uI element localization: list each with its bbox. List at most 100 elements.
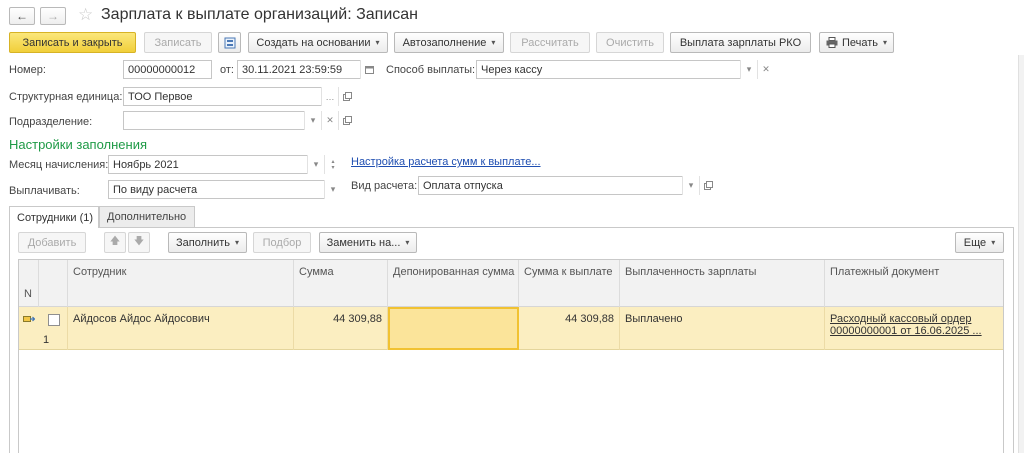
open-button[interactable]: [699, 176, 716, 195]
number-field[interactable]: 00000000012: [123, 60, 212, 79]
arrow-left-icon: ←: [16, 9, 28, 23]
chevron-down-icon: ▾: [688, 180, 694, 190]
payment-method-field[interactable]: Через кассу: [476, 60, 774, 79]
row-number: 1: [43, 334, 50, 346]
employee-cell[interactable]: Айдосов Айдос Айдосович: [68, 307, 294, 350]
printer-icon: [826, 37, 838, 48]
pay-field[interactable]: По виду расчета: [108, 180, 341, 199]
paid-status-cell[interactable]: Выплачено: [620, 307, 825, 350]
column-header-employee[interactable]: Сотрудник: [68, 260, 294, 307]
open-link-icon: [703, 181, 713, 190]
row-checkbox[interactable]: [48, 314, 60, 326]
forward-button[interactable]: →: [40, 7, 66, 25]
structure-button[interactable]: [218, 32, 241, 53]
open-button[interactable]: [338, 87, 355, 106]
chevron-down-icon: ▾: [991, 238, 996, 247]
department-label: Подразделение:: [9, 116, 93, 128]
date-value: 30.11.2021 23:59:59: [242, 64, 343, 76]
dropdown-button[interactable]: ▾: [740, 60, 757, 79]
deposited-cell[interactable]: [388, 307, 519, 350]
arrow-right-icon: →: [47, 9, 59, 23]
row-link-icon: [23, 316, 35, 322]
fill-label: Заполнить: [175, 236, 230, 249]
move-down-button[interactable]: 🡇: [128, 232, 150, 253]
dropdown-button[interactable]: ▾: [682, 176, 699, 195]
chevron-down-icon: ▾: [235, 238, 240, 247]
dropdown-button[interactable]: ▾: [324, 180, 341, 199]
payment-doc-link[interactable]: Расходный кассовый ордер 00000000001 от …: [830, 313, 1000, 337]
tab-employees[interactable]: Сотрудники (1): [9, 206, 99, 228]
open-button[interactable]: [338, 111, 355, 130]
calculate-button[interactable]: Рассчитать: [510, 32, 590, 53]
payment-rko-button[interactable]: Выплата зарплаты РКО: [670, 32, 811, 53]
chevron-down-icon: ▾: [331, 164, 335, 171]
calc-settings-link[interactable]: Настройка расчета сумм к выплате...: [351, 156, 541, 168]
add-button[interactable]: Добавить: [18, 232, 86, 253]
ellipsis-icon: …: [325, 91, 335, 102]
pay-label: Выплачивать:: [9, 185, 80, 197]
calc-type-field[interactable]: Оплата отпуска: [418, 176, 716, 195]
close-icon: ✕: [326, 115, 334, 125]
chevron-down-icon: ▾: [883, 38, 888, 47]
dropdown-button[interactable]: ▾: [307, 155, 324, 174]
chevron-down-icon: ▾: [746, 64, 752, 74]
fill-settings-title: Настройки заполнения: [9, 137, 148, 152]
arrow-down-icon: 🡇: [133, 236, 145, 247]
payment-doc-cell[interactable]: Расходный кассовый ордер 00000000001 от …: [825, 307, 1005, 350]
autofill-label: Автозаполнение: [402, 36, 487, 49]
date-label: от:: [220, 64, 234, 76]
print-label: Печать: [841, 36, 879, 49]
chevron-down-icon: ▾: [491, 38, 496, 47]
select-button[interactable]: …: [321, 87, 338, 106]
calendar-button[interactable]: [360, 60, 377, 79]
column-header-n[interactable]: N: [19, 260, 39, 307]
table-header: N Сотрудник Сумма Депонированная сумма С…: [19, 260, 1003, 307]
employees-table: N Сотрудник Сумма Депонированная сумма С…: [18, 259, 1004, 453]
replace-button[interactable]: Заменить на... ▾: [319, 232, 417, 253]
print-button[interactable]: Печать ▾: [819, 32, 894, 53]
create-based-on-button[interactable]: Создать на основании ▾: [248, 32, 388, 53]
fill-button[interactable]: Заполнить ▾: [168, 232, 247, 253]
column-header-amount[interactable]: Сумма: [294, 260, 388, 307]
number-label: Номер:: [9, 64, 46, 76]
month-stepper[interactable]: ▴ ▾: [324, 155, 341, 174]
open-link-icon: [342, 92, 352, 101]
vertical-scrollbar[interactable]: [1018, 55, 1024, 453]
tab-additional[interactable]: Дополнительно: [99, 206, 195, 227]
create-based-on-label: Создать на основании: [256, 36, 371, 49]
more-button[interactable]: Еще ▾: [955, 232, 1004, 253]
payment-doc-line1: Расходный кассовый ордер: [830, 313, 972, 325]
chevron-down-icon: ▾: [310, 115, 316, 125]
row-status-cell: 1: [19, 307, 68, 350]
column-header-payment-doc[interactable]: Платежный документ: [825, 260, 1005, 307]
clear-field-button[interactable]: ✕: [757, 60, 774, 79]
favorite-star-icon[interactable]: ☆: [78, 5, 93, 25]
chevron-down-icon: ▾: [375, 38, 380, 47]
clear-field-button[interactable]: ✕: [321, 111, 338, 130]
calendar-icon: [364, 66, 374, 74]
column-header-paid-status[interactable]: Выплаченность зарплаты: [620, 260, 825, 307]
move-up-button[interactable]: 🡅: [104, 232, 126, 253]
autofill-button[interactable]: Автозаполнение ▾: [394, 32, 504, 53]
column-header-deposited[interactable]: Депонированная сумма: [388, 260, 519, 307]
table-row[interactable]: 1 Айдосов Айдос Айдосович 44 309,88 44 3…: [19, 307, 1003, 350]
chevron-down-icon: ▾: [313, 159, 319, 169]
column-header-check: [39, 260, 68, 307]
close-icon: ✕: [762, 64, 770, 74]
save-and-close-button[interactable]: Записать и закрыть: [9, 32, 136, 53]
column-header-to-pay[interactable]: Сумма к выплате: [519, 260, 620, 307]
selection-button[interactable]: Подбор: [253, 232, 311, 253]
payment-method-label: Способ выплаты:: [386, 64, 476, 76]
clear-button[interactable]: Очистить: [596, 32, 664, 53]
replace-label: Заменить на...: [326, 236, 401, 249]
save-button[interactable]: Записать: [144, 32, 212, 53]
calc-type-label: Вид расчета:: [351, 180, 418, 192]
amount-cell[interactable]: 44 309,88: [294, 307, 388, 350]
back-button[interactable]: ←: [9, 7, 35, 25]
arrow-up-icon: 🡅: [109, 236, 121, 247]
date-field[interactable]: 30.11.2021 23:59:59: [237, 60, 377, 79]
to-pay-cell[interactable]: 44 309,88: [519, 307, 620, 350]
dropdown-button[interactable]: ▾: [304, 111, 321, 130]
page-title: Зарплата к выплате организаций: Записан: [101, 6, 418, 23]
open-link-icon: [342, 116, 352, 125]
